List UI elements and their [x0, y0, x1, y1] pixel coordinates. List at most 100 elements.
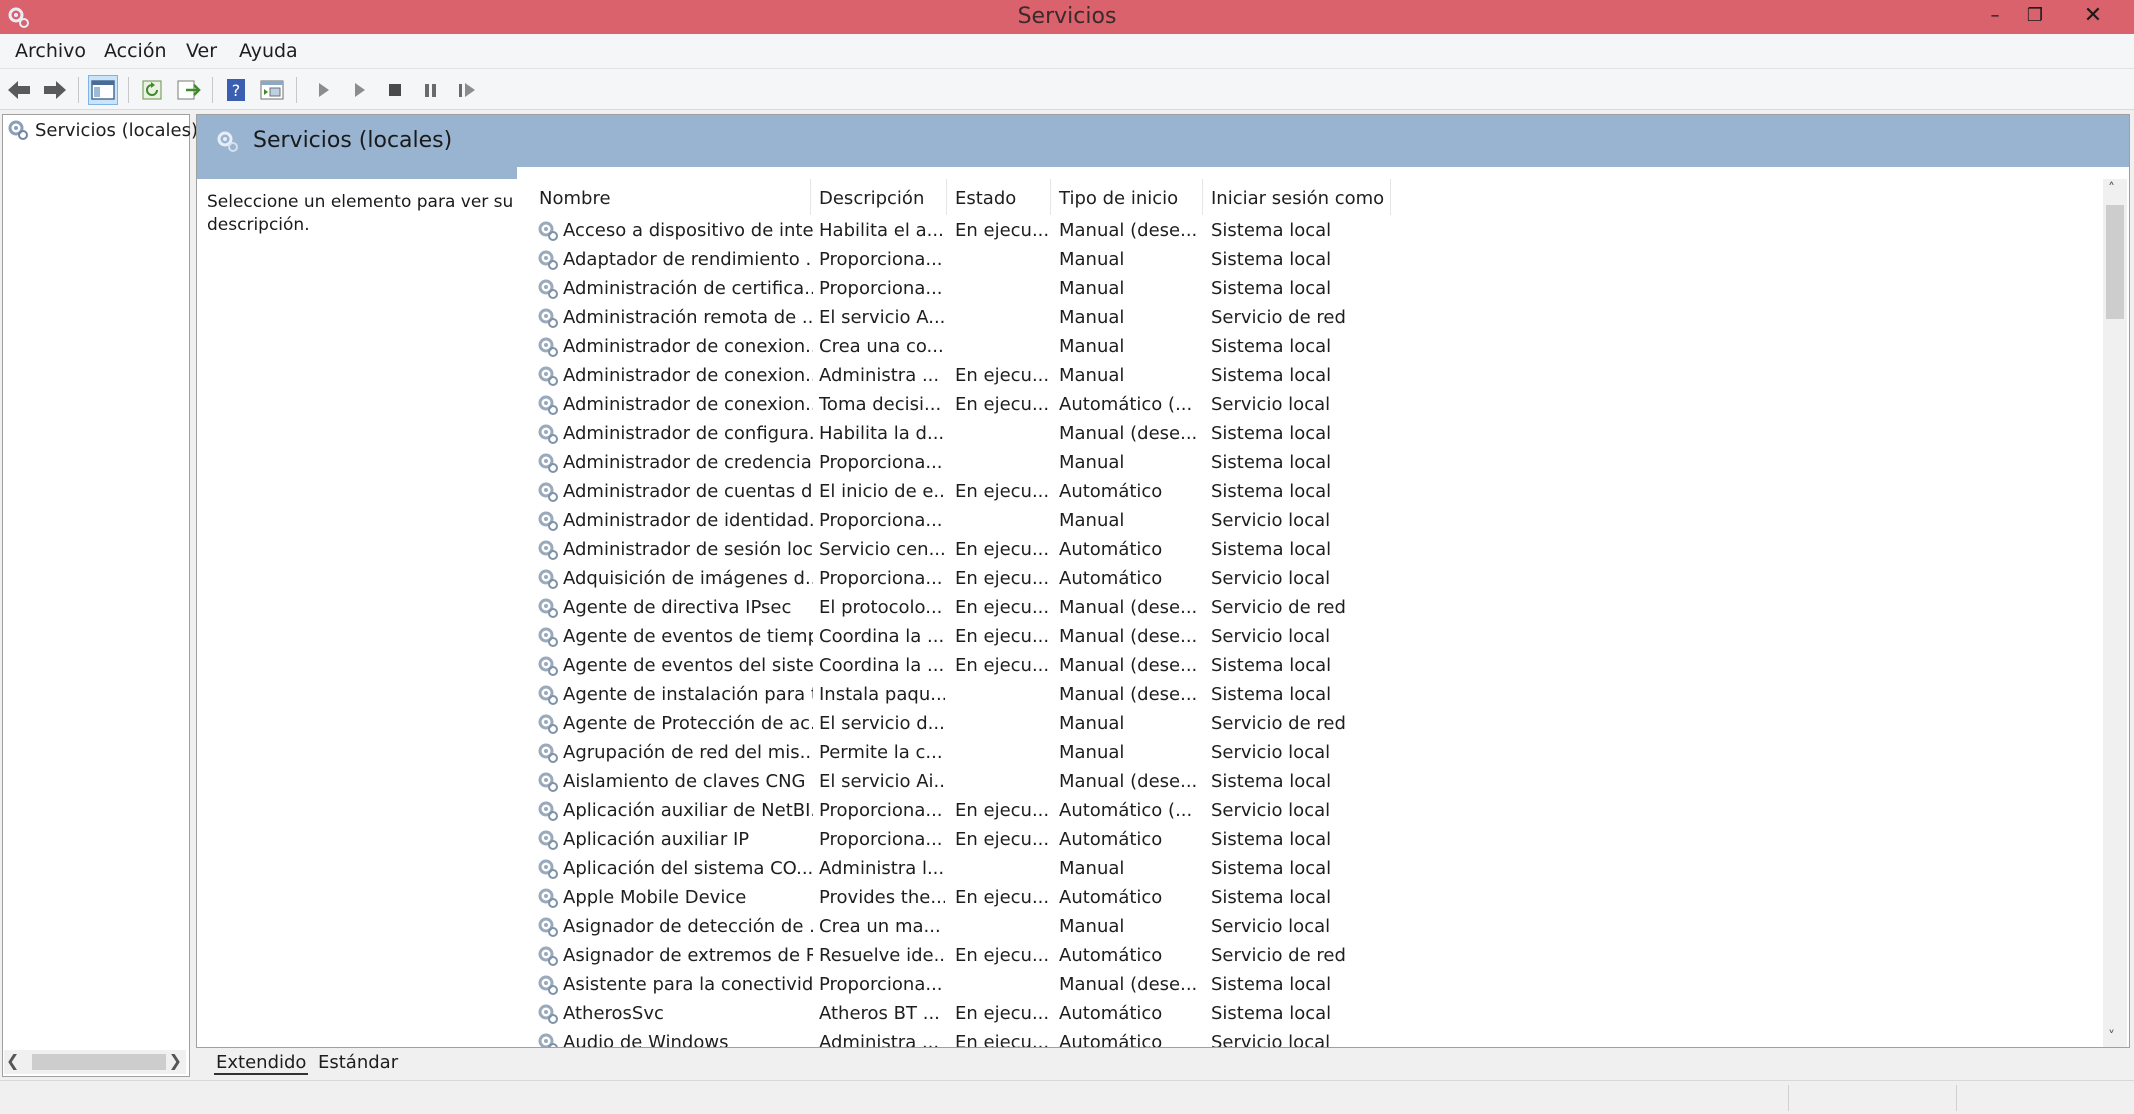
table-row[interactable]: Administrador de conexion... Crea una co.… [533, 333, 1533, 362]
menu-accion[interactable]: Acción [104, 40, 167, 62]
table-row[interactable]: Agente de Protección de ac... El servicio… [533, 710, 1533, 739]
cell-description: Instala paqu... [819, 684, 945, 705]
table-row[interactable]: Administrador de configura... Habilita la… [533, 420, 1533, 449]
scroll-up-icon[interactable]: ˄ [2108, 181, 2115, 197]
table-row[interactable]: AtherosSvc Atheros BT ... En ejecu... Autom… [533, 1000, 1533, 1029]
console-tree: Servicios (locales) [2, 114, 198, 1077]
table-row[interactable]: Administrador de conexion... Toma decisi.… [533, 391, 1533, 420]
table-row[interactable]: Asistente para la conectivid... Proporcio… [533, 971, 1533, 1000]
cell-name: Administrador de conexion... [563, 394, 813, 415]
table-row[interactable]: Asignador de extremos de R... Resuelve id… [533, 942, 1533, 971]
cell-description: Habilita el a... [819, 220, 944, 241]
table-row[interactable]: Administrador de cuentas d... El inicio d… [533, 478, 1533, 507]
table-row[interactable]: Aplicación del sistema CO... Administra l… [533, 855, 1533, 884]
table-row[interactable]: Agente de eventos del siste... Coordina l… [533, 652, 1533, 681]
column-header-estado[interactable]: Estado [949, 179, 1051, 215]
cell-status: En ejecu... [955, 945, 1050, 966]
scrollbar-thumb[interactable] [32, 1054, 166, 1070]
cell-logon-as: Servicio local [1211, 626, 1331, 647]
start-service-alt-icon[interactable] [344, 75, 374, 105]
gear-icon [538, 801, 558, 821]
tree-item-services-local[interactable]: Servicios (locales) [7, 119, 198, 141]
table-row[interactable]: Agente de instalación para t... Instala p… [533, 681, 1533, 710]
back-arrow-icon[interactable] [4, 75, 34, 105]
cell-logon-as: Sistema local [1211, 249, 1332, 270]
cell-startup-type: Manual (dese... [1059, 597, 1198, 618]
panel-header-notch [197, 167, 517, 179]
table-row[interactable]: Administrador de identidad... Proporciona… [533, 507, 1533, 536]
table-row[interactable]: Agente de directiva IPsec El protocolo...… [533, 594, 1533, 623]
table-row[interactable]: Administrador de credencia... Proporciona… [533, 449, 1533, 478]
scroll-right-icon[interactable]: ❯ [169, 1051, 182, 1070]
cell-description: Crea una co... [819, 336, 944, 357]
cell-logon-as: Sistema local [1211, 771, 1332, 792]
refresh-icon[interactable] [138, 75, 168, 105]
cell-startup-type: Automático [1059, 887, 1163, 908]
table-row[interactable]: Acceso a dispositivo de inte... Habilita … [533, 217, 1533, 246]
scrollbar-thumb[interactable] [2106, 205, 2124, 319]
column-header-descripcion[interactable]: Descripción [813, 179, 947, 215]
pause-service-icon[interactable] [416, 75, 446, 105]
cell-description: El protocolo... [819, 597, 943, 618]
table-row[interactable]: Agente de eventos de tiempo Coordina la .… [533, 623, 1533, 652]
cell-startup-type: Automático [1059, 1003, 1163, 1024]
table-row[interactable]: Adaptador de rendimiento ... Proporciona.… [533, 246, 1533, 275]
scroll-left-icon[interactable]: ❮ [6, 1051, 19, 1070]
cell-startup-type: Manual (dese... [1059, 626, 1198, 647]
cell-logon-as: Servicio de red [1211, 307, 1346, 328]
stop-service-icon[interactable] [380, 75, 410, 105]
vertical-scrollbar[interactable]: ˄ ˅ [2103, 179, 2127, 1047]
cell-description: Resuelve ide... [819, 945, 945, 966]
cell-description: El servicio A... [819, 307, 945, 328]
cell-startup-type: Automático [1059, 1032, 1163, 1047]
close-button[interactable]: ✕ [2060, 0, 2126, 34]
export-list-icon[interactable] [174, 75, 204, 105]
svg-text:?: ? [232, 81, 241, 100]
forward-arrow-icon[interactable] [40, 75, 70, 105]
menu-ver[interactable]: Ver [186, 40, 217, 62]
menu-archivo[interactable]: Archivo [15, 40, 86, 62]
cell-status: En ejecu... [955, 220, 1050, 241]
scroll-down-icon[interactable]: ˅ [2108, 1029, 2115, 1045]
cell-logon-as: Servicio local [1211, 568, 1331, 589]
properties-icon[interactable] [258, 75, 288, 105]
help-icon[interactable]: ? [222, 75, 252, 105]
column-header-iniciar-sesion[interactable]: Iniciar sesión como [1205, 179, 1391, 215]
cell-name: Administrador de cuentas d... [563, 481, 813, 502]
gear-icon [538, 540, 558, 560]
table-row[interactable]: Aplicación auxiliar IP Proporciona... En e… [533, 826, 1533, 855]
tab-estandar[interactable]: Estándar [318, 1052, 398, 1073]
table-row[interactable]: Agrupación de red del mis... Permite la c… [533, 739, 1533, 768]
tab-extendido[interactable]: Extendido [214, 1052, 309, 1075]
restart-service-icon[interactable] [452, 75, 482, 105]
cell-name: Acceso a dispositivo de inte... [563, 220, 813, 241]
start-service-icon[interactable] [308, 75, 338, 105]
maximize-button[interactable]: ❐ [2012, 0, 2058, 34]
table-row[interactable]: Administración de certifica... Proporcion… [533, 275, 1533, 304]
table-row[interactable]: Audio de Windows Administra ... En ejecu..… [533, 1029, 1533, 1047]
cell-status: En ejecu... [955, 365, 1050, 386]
cell-logon-as: Sistema local [1211, 829, 1332, 850]
console-tree-icon[interactable] [88, 75, 118, 105]
gear-icon [538, 917, 558, 937]
table-row[interactable]: Aislamiento de claves CNG El servicio Ai.… [533, 768, 1533, 797]
cell-name: Adaptador de rendimiento ... [563, 249, 813, 270]
cell-status: En ejecu... [955, 597, 1050, 618]
tree-horizontal-scrollbar[interactable]: ❮ ❯ [4, 1050, 186, 1074]
table-row[interactable]: Adquisición de imágenes d... Proporciona.… [533, 565, 1533, 594]
gear-icon [538, 279, 558, 299]
table-row[interactable]: Asignador de detección de ... Crea un ma.… [533, 913, 1533, 942]
table-row[interactable]: Administrador de conexion... Administra .… [533, 362, 1533, 391]
cell-name: Aplicación del sistema CO... [563, 858, 813, 879]
table-row[interactable]: Aplicación auxiliar de NetBI... Proporcio… [533, 797, 1533, 826]
cell-name: Aplicación auxiliar de NetBI... [563, 800, 813, 821]
menu-ayuda[interactable]: Ayuda [239, 40, 298, 62]
table-row[interactable]: Administrador de sesión local Servicio ce… [533, 536, 1533, 565]
status-bar [0, 1080, 2134, 1114]
cell-startup-type: Manual [1059, 510, 1125, 531]
column-header-nombre[interactable]: ˄ Nombre [533, 179, 811, 215]
column-header-tipo-inicio[interactable]: Tipo de inicio [1053, 179, 1203, 215]
gear-icon [538, 627, 558, 647]
table-row[interactable]: Apple Mobile Device Provides the... En eje… [533, 884, 1533, 913]
table-row[interactable]: Administración remota de ... El servicio … [533, 304, 1533, 333]
